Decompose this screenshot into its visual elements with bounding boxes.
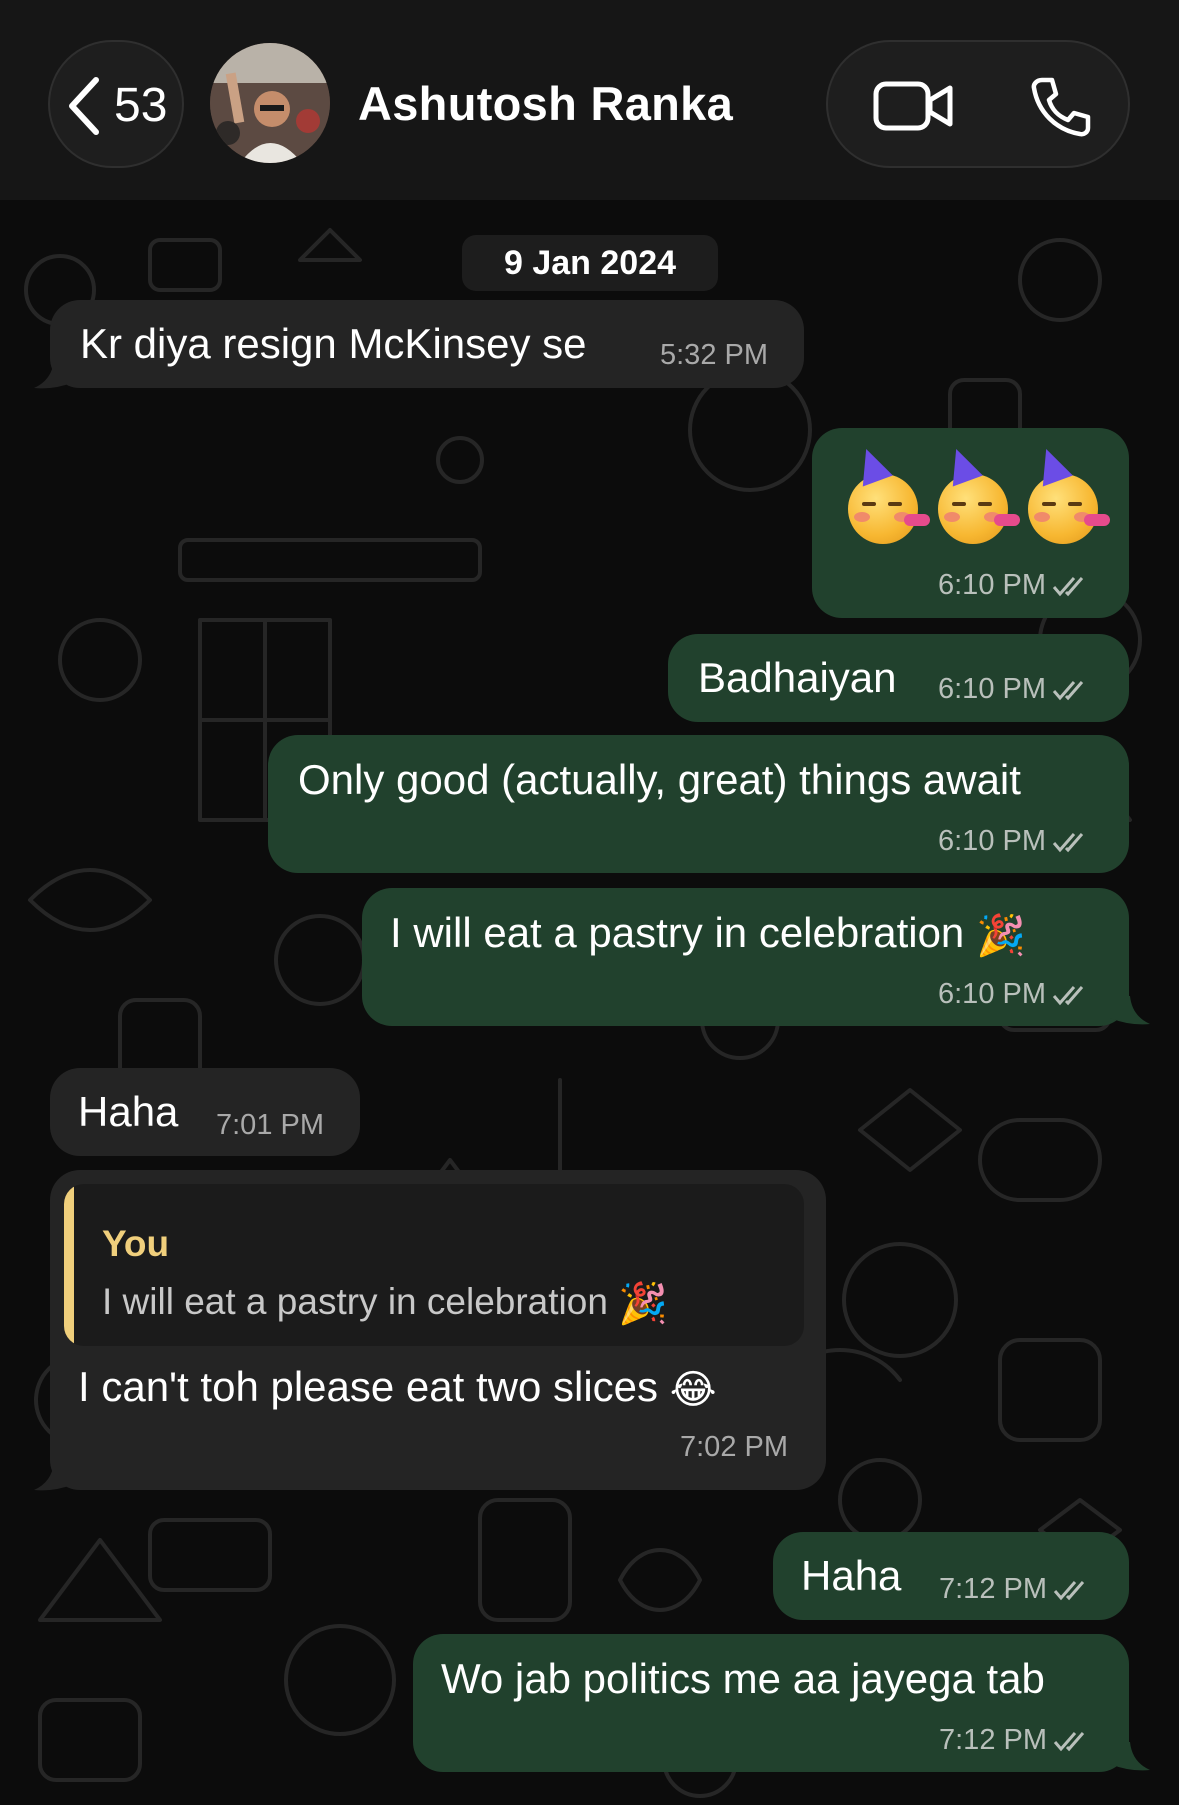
message-text: Wo jab politics me aa jayega tab [441, 1655, 1045, 1702]
reply-quote-author: You [102, 1223, 170, 1264]
bubble-tail [34, 1462, 74, 1491]
chat-header: 53 Ashutosh Ranka [0, 0, 1179, 200]
phone-icon [1031, 77, 1091, 137]
message-time: 6:10 PM [938, 977, 1092, 1011]
chevron-left-icon [69, 77, 99, 135]
unread-count: 53 [114, 79, 168, 132]
message-outgoing[interactable]: Haha 7:12 PM [773, 1532, 1129, 1620]
chat-area[interactable]: 9 Jan 2024 Kr diya resign McKinsey se 5:… [0, 200, 1179, 1805]
bubble-tail [34, 360, 74, 389]
message-time: 7:02 PM [680, 1431, 788, 1463]
read-ticks-icon [1053, 1581, 1085, 1601]
read-ticks-icon [1052, 681, 1084, 701]
message-time: 6:10 PM [938, 568, 1092, 602]
party-popper-emoji: 🎉 [618, 1282, 669, 1327]
message-incoming[interactable]: Kr diya resign McKinsey se 5:32 PM [50, 300, 804, 388]
message-time: 7:12 PM [939, 1572, 1093, 1606]
back-button[interactable]: 53 [48, 40, 184, 168]
message-time: 6:10 PM [938, 824, 1092, 858]
message-outgoing[interactable]: I will eat a pastry in celebration 🎉 6:1… [362, 888, 1129, 1026]
bubble-tail [1110, 1742, 1150, 1771]
message-outgoing[interactable]: Badhaiyan 6:10 PM [668, 634, 1129, 722]
call-actions [826, 40, 1130, 168]
message-text: Only good (actually, great) things await [298, 756, 1021, 803]
message-text: Haha [801, 1552, 902, 1599]
message-text: I can't toh please eat two slices 😂 [78, 1363, 717, 1412]
message-text: Haha [78, 1088, 179, 1135]
message-incoming[interactable]: Haha 7:01 PM [50, 1068, 360, 1156]
partying-face-emoji [848, 443, 930, 544]
message-incoming-reply[interactable]: You I will eat a pastry in celebration 🎉… [50, 1170, 826, 1490]
date-separator: 9 Jan 2024 [462, 235, 718, 291]
voice-call-button[interactable] [1028, 74, 1092, 138]
message-outgoing[interactable]: Wo jab politics me aa jayega tab 7:12 PM [413, 1634, 1129, 1772]
message-outgoing[interactable]: Only good (actually, great) things await… [268, 735, 1129, 873]
message-time: 7:12 PM [939, 1723, 1093, 1757]
bubble-tail [1110, 996, 1150, 1025]
reply-quote-accent [64, 1184, 74, 1346]
party-popper-emoji: 🎉 [975, 913, 1026, 958]
avatar-photo [210, 43, 330, 163]
read-ticks-icon [1052, 986, 1084, 1006]
message-time: 5:32 PM [660, 339, 768, 371]
reply-quote-text: I will eat a pastry in celebration 🎉 [102, 1281, 669, 1327]
message-outgoing[interactable]: 6:10 PM [812, 428, 1129, 618]
message-text: I will eat a pastry in celebration 🎉 [390, 909, 1026, 958]
video-call-icon [873, 81, 953, 131]
message-time: 7:01 PM [216, 1109, 324, 1141]
reply-quote[interactable]: You I will eat a pastry in celebration 🎉 [64, 1184, 804, 1346]
message-text: Kr diya resign McKinsey se [80, 320, 587, 367]
contact-name[interactable]: Ashutosh Ranka [358, 76, 733, 132]
message-time: 6:10 PM [938, 672, 1092, 706]
video-call-button[interactable] [872, 78, 956, 134]
tears-of-joy-emoji: 😂 [669, 1367, 717, 1412]
read-ticks-icon [1052, 833, 1084, 853]
read-ticks-icon [1053, 1732, 1085, 1752]
read-ticks-icon [1052, 577, 1084, 597]
partying-face-emoji [938, 443, 1020, 544]
message-text: Badhaiyan [698, 654, 897, 701]
contact-avatar[interactable] [210, 43, 330, 163]
partying-face-emoji [1028, 443, 1110, 544]
